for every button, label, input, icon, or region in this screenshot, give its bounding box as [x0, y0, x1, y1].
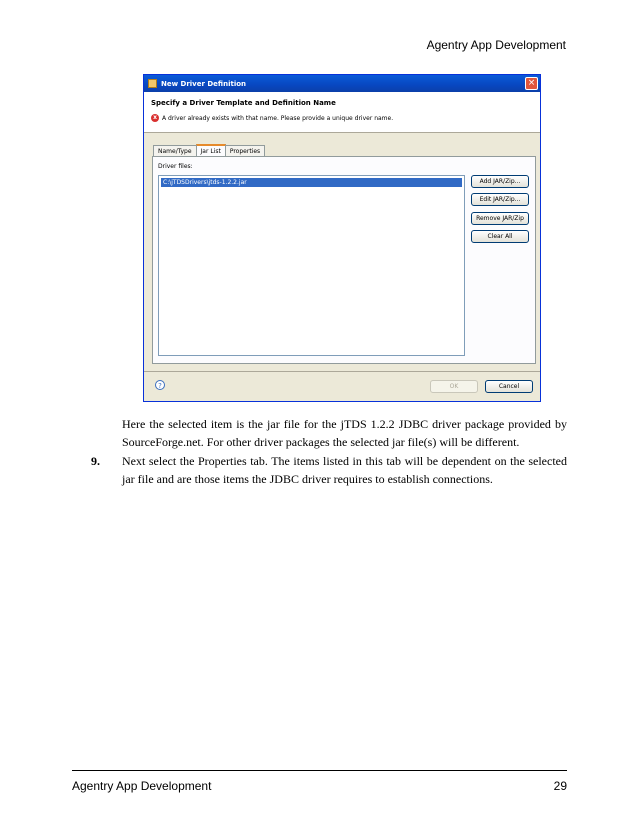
- close-button[interactable]: ×: [525, 77, 538, 90]
- footer-rule: [72, 770, 567, 771]
- help-icon[interactable]: ?: [155, 380, 165, 390]
- step-text: Next select the Properties tab. The item…: [122, 454, 567, 486]
- footer-title: Agentry App Development: [72, 779, 212, 793]
- add-jar-button[interactable]: Add JAR/Zip...: [471, 175, 529, 188]
- error-icon: x: [151, 114, 159, 122]
- error-message-text: A driver already exists with that name. …: [162, 114, 394, 122]
- cancel-button[interactable]: Cancel: [485, 380, 533, 393]
- dialog-divider: [144, 371, 540, 372]
- dialog-titlebar: New Driver Definition: [144, 75, 540, 92]
- dialog-title: New Driver Definition: [161, 79, 247, 88]
- jar-list-panel: Driver files: C:\jTDSDrivers\jtds-1.2.2.…: [152, 156, 536, 364]
- page-number: 29: [553, 779, 567, 793]
- database-icon: [148, 79, 157, 88]
- driver-files-list[interactable]: C:\jTDSDrivers\jtds-1.2.2.jar: [158, 175, 465, 356]
- edit-jar-button[interactable]: Edit JAR/Zip...: [471, 193, 529, 206]
- ok-button[interactable]: OK: [430, 380, 478, 393]
- page-header-title: Agentry App Development: [426, 38, 566, 52]
- banner-title: Specify a Driver Template and Definition…: [151, 99, 336, 107]
- driver-files-label: Driver files:: [158, 163, 193, 170]
- description-paragraph: Here the selected item is the jar file f…: [122, 417, 567, 449]
- step-number: 9.: [91, 454, 100, 468]
- list-item[interactable]: C:\jTDSDrivers\jtds-1.2.2.jar: [161, 178, 462, 187]
- remove-jar-button[interactable]: Remove JAR/Zip: [471, 212, 529, 225]
- new-driver-definition-dialog: New Driver Definition × Specify a Driver…: [143, 74, 541, 402]
- error-message: x A driver already exists with that name…: [151, 114, 393, 122]
- clear-all-button[interactable]: Clear All: [471, 230, 529, 243]
- dialog-banner: Specify a Driver Template and Definition…: [144, 92, 540, 133]
